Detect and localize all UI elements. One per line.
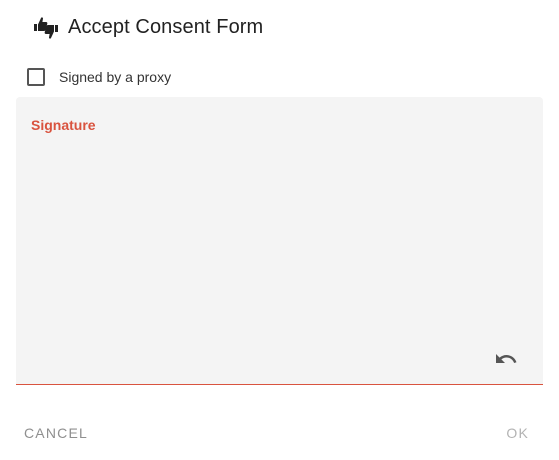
dialog-header: Accept Consent Form [33, 12, 263, 42]
ok-button[interactable]: OK [498, 418, 537, 448]
dialog-actions: CANCEL OK [0, 418, 559, 448]
dialog-title: Accept Consent Form [68, 15, 264, 38]
signature-pad[interactable]: Signature [16, 97, 543, 385]
proxy-checkbox-label[interactable]: Signed by a proxy [59, 69, 171, 85]
proxy-checkbox-row[interactable]: Signed by a proxy [27, 66, 171, 88]
undo-icon[interactable] [493, 346, 519, 372]
consent-dialog: Accept Consent Form Signed by a proxy Si… [0, 0, 559, 460]
signature-label: Signature [31, 117, 96, 133]
cancel-button[interactable]: CANCEL [16, 418, 96, 448]
thumbs-up-down-icon [33, 14, 59, 40]
proxy-checkbox[interactable] [27, 68, 45, 86]
